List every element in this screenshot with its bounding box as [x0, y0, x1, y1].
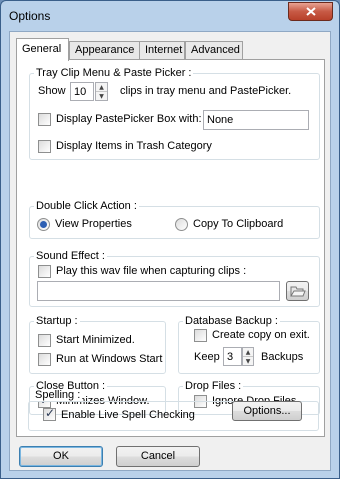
- close-window-button[interactable]: [288, 2, 333, 21]
- play-wav-checkbox[interactable]: [38, 265, 51, 278]
- create-copy-label: Create copy on exit.: [212, 329, 310, 341]
- clips-count-field[interactable]: 10: [70, 82, 94, 101]
- view-properties-radio[interactable]: [37, 218, 50, 231]
- clips-suffix-label: clips in tray menu and PastePicker.: [120, 85, 292, 97]
- copy-to-clipboard-label: Copy To Clipboard: [193, 218, 284, 230]
- tab-general[interactable]: General: [16, 38, 69, 61]
- cancel-button[interactable]: Cancel: [116, 446, 200, 467]
- options-window: Options General Appearance Internet Adva…: [0, 0, 340, 479]
- view-properties-label: View Properties: [55, 218, 132, 230]
- spin-down-icon[interactable]: ▼: [96, 92, 107, 101]
- double-click-group-label: Double Click Action :: [34, 200, 139, 212]
- spin-up-icon[interactable]: ▲: [243, 348, 253, 357]
- copy-to-clipboard-radio[interactable]: [175, 218, 188, 231]
- tab-internet[interactable]: Internet: [139, 41, 185, 60]
- folder-open-icon: [289, 286, 306, 297]
- dialog-body: General Appearance Internet Advanced Tra…: [9, 31, 331, 471]
- close-icon: [305, 7, 316, 16]
- spelling-group-label: Spelling :: [33, 389, 83, 401]
- spin-down-icon[interactable]: ▼: [243, 357, 253, 366]
- spelling-options-button[interactable]: Options...: [232, 401, 302, 421]
- keep-backups-spinner[interactable]: ▲ ▼: [242, 347, 254, 366]
- tray-menu-group-label: Tray Clip Menu & Paste Picker :: [34, 67, 194, 79]
- start-minimized-checkbox[interactable]: [38, 334, 51, 347]
- keep-backups-field[interactable]: 3: [223, 347, 242, 366]
- show-label: Show: [38, 85, 66, 97]
- display-pastepicker-checkbox[interactable]: [38, 113, 51, 126]
- backups-label: Backups: [261, 351, 304, 363]
- pastepicker-with-field[interactable]: None: [203, 110, 309, 130]
- live-spell-checking-label: Enable Live Spell Checking: [61, 409, 195, 421]
- display-pastepicker-label: Display PastePicker Box with:: [56, 113, 202, 125]
- trash-category-checkbox[interactable]: [38, 140, 51, 153]
- sound-effect-group-label: Sound Effect :: [34, 250, 107, 262]
- start-minimized-label: Start Minimized.: [56, 334, 135, 346]
- general-panel: Tray Clip Menu & Paste Picker : Show 10 …: [16, 59, 325, 437]
- database-backup-group-label: Database Backup :: [183, 315, 280, 327]
- create-copy-checkbox[interactable]: [194, 329, 207, 342]
- title-bar[interactable]: Options: [1, 1, 339, 31]
- startup-group-label: Startup :: [34, 315, 80, 327]
- spin-up-icon[interactable]: ▲: [96, 83, 107, 92]
- startup-group: [29, 321, 166, 374]
- tab-advanced[interactable]: Advanced: [185, 41, 243, 60]
- ok-button[interactable]: OK: [19, 446, 103, 467]
- play-wav-label: Play this wav file when capturing clips …: [56, 265, 247, 277]
- browse-wav-button[interactable]: [286, 281, 309, 301]
- clips-count-spinner[interactable]: ▲ ▼: [95, 82, 108, 101]
- window-title: Options: [9, 9, 51, 23]
- tab-appearance[interactable]: Appearance: [69, 41, 140, 60]
- live-spell-checking-checkbox[interactable]: [43, 406, 56, 421]
- run-at-windows-start-checkbox[interactable]: [38, 353, 51, 366]
- run-at-windows-start-label: Run at Windows Start: [56, 353, 163, 365]
- trash-category-label: Display Items in Trash Category: [56, 140, 212, 152]
- drop-files-group-label: Drop Files :: [183, 380, 244, 392]
- keep-label: Keep: [194, 351, 220, 363]
- wav-path-field[interactable]: [37, 281, 280, 301]
